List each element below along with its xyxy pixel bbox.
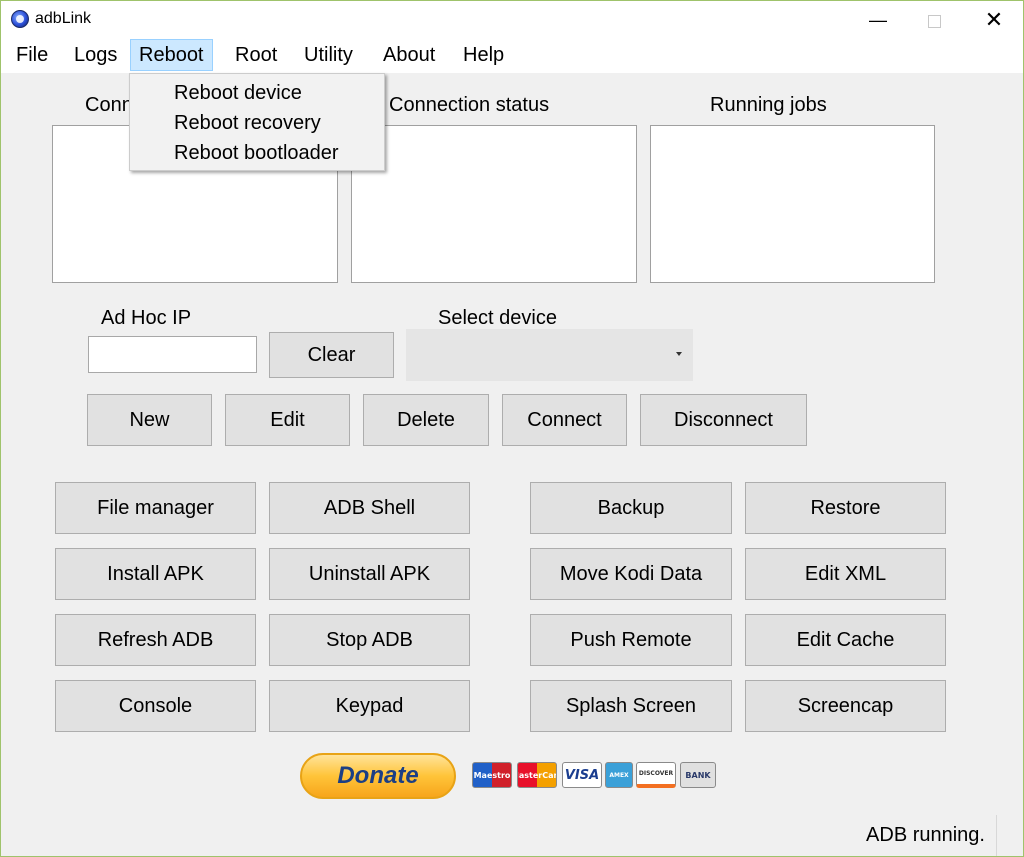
connect-button[interactable]: Connect (502, 394, 627, 446)
dropdown-arrow-icon (676, 352, 682, 356)
adb-shell-button[interactable]: ADB Shell (269, 482, 470, 534)
menu-about[interactable]: About (375, 39, 443, 71)
connected-devices-label: Conn (85, 94, 133, 116)
file-manager-button[interactable]: File manager (55, 482, 256, 534)
adhoc-ip-label: Ad Hoc IP (101, 307, 192, 329)
adb-status-text: ADB running. (866, 824, 985, 846)
resize-grip-icon[interactable] (996, 815, 1023, 856)
select-device-label: Select device (438, 307, 557, 329)
menu-help[interactable]: Help (455, 39, 512, 71)
adhoc-ip-input[interactable] (88, 336, 257, 373)
reboot-bootloader-item[interactable]: Reboot bootloader (174, 138, 339, 168)
backup-button[interactable]: Backup (530, 482, 732, 534)
minimize-button[interactable]: — (855, 1, 901, 39)
running-jobs-label: Running jobs (710, 94, 827, 116)
menu-reboot[interactable]: Reboot (130, 39, 213, 71)
maximize-button[interactable] (911, 1, 957, 39)
edit-cache-button[interactable]: Edit Cache (745, 614, 946, 666)
amex-card-icon: AMEX (605, 762, 633, 788)
maestro-card-icon: Maestro (472, 762, 512, 788)
menu-logs[interactable]: Logs (66, 39, 125, 71)
console-button[interactable]: Console (55, 680, 256, 732)
reboot-dropdown-menu: Reboot device Reboot recovery Reboot boo… (129, 73, 385, 171)
disconnect-button[interactable]: Disconnect (640, 394, 807, 446)
keypad-button[interactable]: Keypad (269, 680, 470, 732)
adblink-window: adbLink — ✕ File Logs Reboot Root Utilit… (0, 0, 1024, 857)
screencap-button[interactable]: Screencap (745, 680, 946, 732)
select-device-dropdown[interactable] (406, 329, 693, 381)
move-kodi-data-button[interactable]: Move Kodi Data (530, 548, 732, 600)
connection-status-list[interactable] (351, 125, 637, 283)
new-device-button[interactable]: New (87, 394, 212, 446)
refresh-adb-button[interactable]: Refresh ADB (55, 614, 256, 666)
maximize-icon (927, 14, 941, 28)
edit-device-button[interactable]: Edit (225, 394, 350, 446)
connection-status-label: Connection status (389, 94, 550, 116)
visa-card-icon: VISA (562, 762, 602, 788)
menu-utility[interactable]: Utility (296, 39, 361, 71)
title-bar: adbLink — ✕ (1, 1, 1023, 39)
close-button[interactable]: ✕ (971, 1, 1017, 39)
clear-button[interactable]: Clear (269, 332, 394, 378)
running-jobs-list[interactable] (650, 125, 935, 283)
bank-card-icon: BANK (680, 762, 716, 788)
push-remote-button[interactable]: Push Remote (530, 614, 732, 666)
window-title: adbLink (35, 10, 92, 27)
install-apk-button[interactable]: Install APK (55, 548, 256, 600)
adblink-app-icon (11, 10, 29, 28)
mastercard-card-icon: MasterCard (517, 762, 557, 788)
edit-xml-button[interactable]: Edit XML (745, 548, 946, 600)
status-bar: ADB running. (1, 815, 1023, 856)
restore-button[interactable]: Restore (745, 482, 946, 534)
donate-button[interactable]: Donate (300, 753, 456, 799)
menu-file[interactable]: File (8, 39, 56, 71)
discover-card-icon: DISCOVER (636, 762, 676, 788)
uninstall-apk-button[interactable]: Uninstall APK (269, 548, 470, 600)
menu-bar: File Logs Reboot Root Utility About Help (1, 39, 1023, 73)
menu-root[interactable]: Root (227, 39, 285, 71)
reboot-recovery-item[interactable]: Reboot recovery (174, 108, 321, 138)
stop-adb-button[interactable]: Stop ADB (269, 614, 470, 666)
delete-device-button[interactable]: Delete (363, 394, 489, 446)
reboot-device-item[interactable]: Reboot device (174, 78, 302, 108)
splash-screen-button[interactable]: Splash Screen (530, 680, 732, 732)
